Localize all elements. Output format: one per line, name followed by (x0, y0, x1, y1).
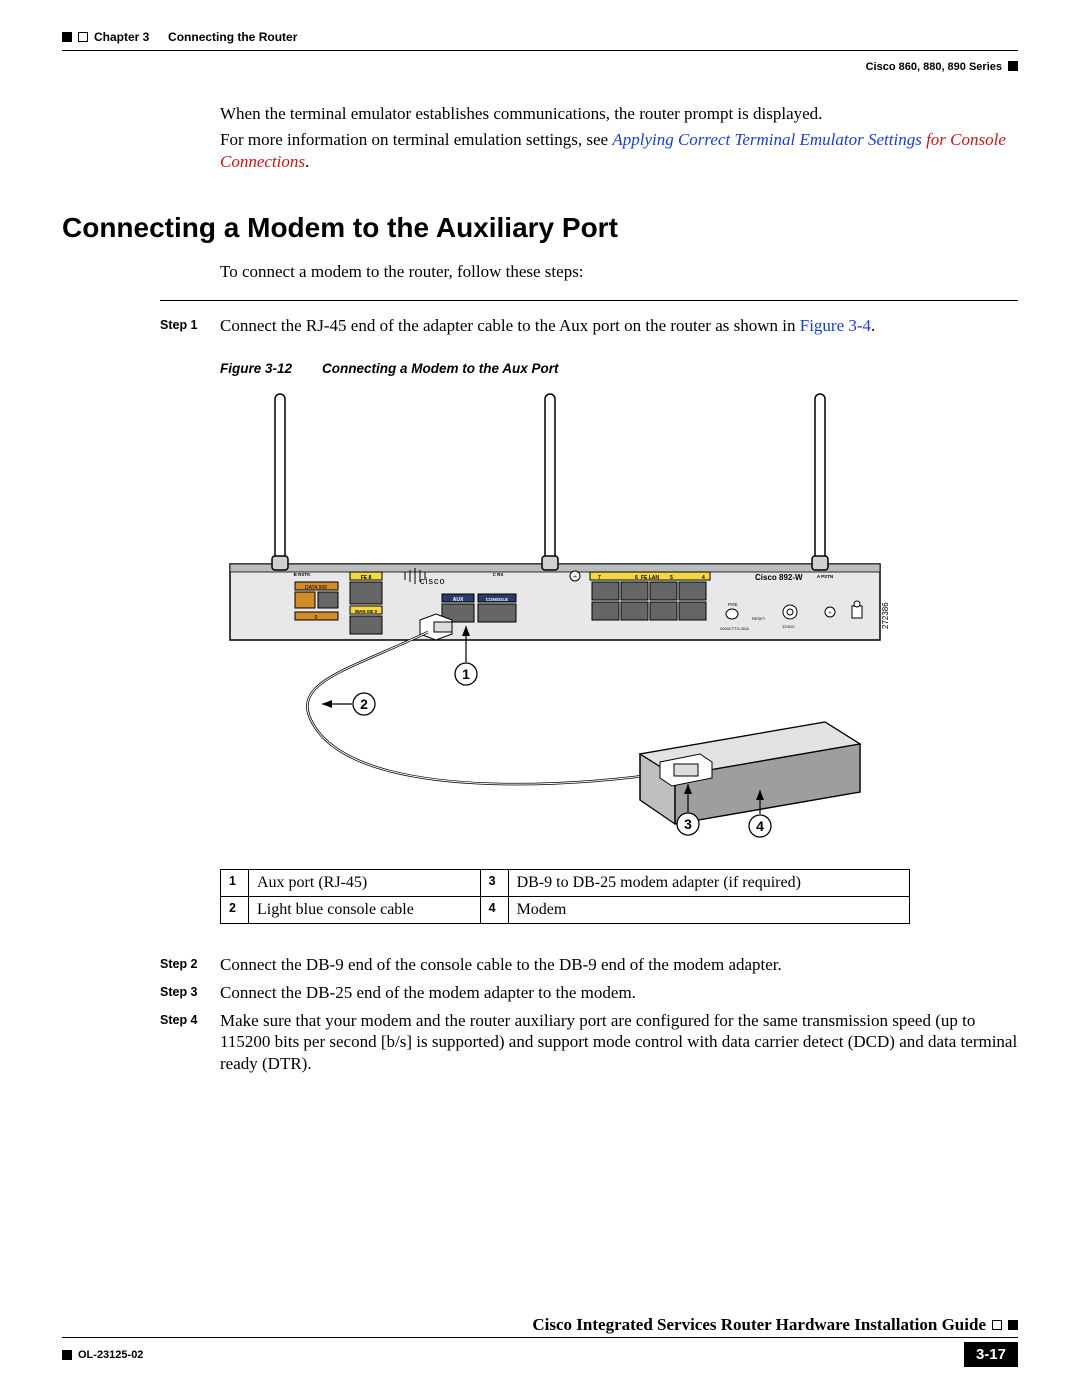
header-outline-square-icon (78, 32, 88, 42)
header-black-square-icon (62, 32, 72, 42)
svg-text:12VDC: 12VDC (782, 624, 795, 629)
legend-cell-3-num: 3 (480, 870, 508, 897)
intro-p2-text: For more information on terminal emulati… (220, 130, 612, 149)
intro-paragraph-2: For more information on terminal emulati… (220, 129, 1018, 173)
legend-cell-4-num: 4 (480, 897, 508, 924)
svg-text:POE: POE (728, 602, 738, 607)
svg-text:Cisco 892-W: Cisco 892-W (755, 573, 803, 582)
svg-text:C RX: C RX (493, 572, 504, 577)
step-2-label: Step 2 (160, 954, 220, 971)
period: . (305, 152, 309, 171)
section-heading: Connecting a Modem to the Auxiliary Port (62, 212, 1018, 244)
step-2-row: Step 2 Connect the DB-9 end of the conso… (160, 954, 1018, 976)
svg-text:2: 2 (360, 696, 368, 712)
svg-text:cisco: cisco (420, 576, 446, 586)
step-1-label: Step 1 (160, 315, 220, 332)
figure-diagram: DATA 900 0 FE 8 WAN GE 0 cisco A (220, 384, 1018, 849)
steps-top-rule (160, 300, 1018, 301)
legend-cell-1-num: 1 (221, 870, 249, 897)
svg-text:FE LAN: FE LAN (641, 575, 659, 581)
svg-text:RESET: RESET (752, 616, 766, 621)
footer-doc-number: OL-23125-02 (78, 1349, 143, 1361)
step-4-label: Step 4 (160, 1010, 220, 1027)
step-3-label: Step 3 (160, 982, 220, 999)
legend-cell-1-text: Aux port (RJ-45) (249, 870, 481, 897)
terminal-emulator-link[interactable]: Applying Correct Terminal Emulator Setti… (612, 130, 926, 149)
svg-text:0: 0 (315, 615, 318, 621)
svg-text:A PSTN: A PSTN (817, 574, 833, 579)
svg-text:4: 4 (702, 575, 705, 581)
series-label: Cisco 860, 880, 890 Series (866, 61, 1002, 73)
svg-text:WAN GE 0: WAN GE 0 (355, 609, 378, 614)
figure-number: Figure 3-12 (220, 361, 292, 376)
header-right-square-icon (1008, 61, 1018, 71)
step-1-text: Connect the RJ-45 end of the adapter cab… (220, 316, 800, 335)
svg-text:1: 1 (462, 666, 470, 682)
legend-cell-4-text: Modem (508, 897, 909, 924)
header-rule (62, 50, 1018, 51)
step-2-text: Connect the DB-9 end of the console cabl… (220, 954, 1018, 976)
svg-text:B RSTK: B RSTK (294, 572, 312, 577)
svg-text:6: 6 (635, 575, 638, 581)
svg-text:AUX: AUX (453, 597, 464, 603)
step-3-row: Step 3 Connect the DB-25 end of the mode… (160, 982, 1018, 1004)
legend-cell-3-text: DB-9 to DB-25 modem adapter (if required… (508, 870, 909, 897)
page-header: Chapter 3 Connecting the Router (62, 30, 1018, 44)
footer-outline-square-icon (992, 1320, 1002, 1330)
step-3-text: Connect the DB-25 end of the modem adapt… (220, 982, 1018, 1004)
figure-title: Connecting a Modem to the Aux Port (322, 361, 559, 376)
svg-text:7: 7 (598, 575, 601, 581)
figure-caption: Figure 3-12 Connecting a Modem to the Au… (220, 361, 1018, 376)
svg-text:FE 8: FE 8 (361, 575, 372, 581)
section-intro: To connect a modem to the router, follow… (220, 262, 1018, 282)
chapter-title: Connecting the Router (168, 30, 297, 44)
svg-text:4: 4 (756, 818, 764, 834)
legend-cell-2-num: 2 (221, 897, 249, 924)
step-4-row: Step 4 Make sure that your modem and the… (160, 1010, 1018, 1075)
footer-guide-title: Cisco Integrated Services Router Hardwar… (532, 1315, 986, 1335)
svg-text:272386: 272386 (881, 602, 890, 629)
svg-text:+: + (573, 572, 578, 581)
page-number-badge: 3-17 (964, 1342, 1018, 1367)
svg-text:DATA 900: DATA 900 (305, 585, 327, 591)
figure-3-4-link[interactable]: Figure 3-4 (800, 316, 871, 335)
intro-paragraph-1: When the terminal emulator establishes c… (220, 103, 1018, 125)
step-1-period: . (871, 316, 875, 335)
legend-cell-2-text: Light blue console cable (249, 897, 481, 924)
svg-text:5: 5 (670, 575, 673, 581)
svg-text:+: + (828, 609, 832, 617)
step-4-text: Make sure that your modem and the router… (220, 1010, 1018, 1075)
footer-rule (62, 1337, 1018, 1338)
footer-left-square-icon (62, 1350, 72, 1360)
figure-legend-table: 1 Aux port (RJ-45) 3 DB-9 to DB-25 modem… (220, 869, 910, 924)
svg-text:3: 3 (684, 816, 692, 832)
svg-text:CONSOLE: CONSOLE (486, 597, 508, 602)
step-1-row: Step 1 Connect the RJ-45 end of the adap… (160, 315, 1018, 337)
footer-black-square-icon (1008, 1320, 1018, 1330)
svg-text:4000CTT/1.5DA: 4000CTT/1.5DA (720, 626, 749, 631)
page-footer: Cisco Integrated Services Router Hardwar… (62, 1315, 1018, 1367)
chapter-number: Chapter 3 (94, 30, 149, 44)
